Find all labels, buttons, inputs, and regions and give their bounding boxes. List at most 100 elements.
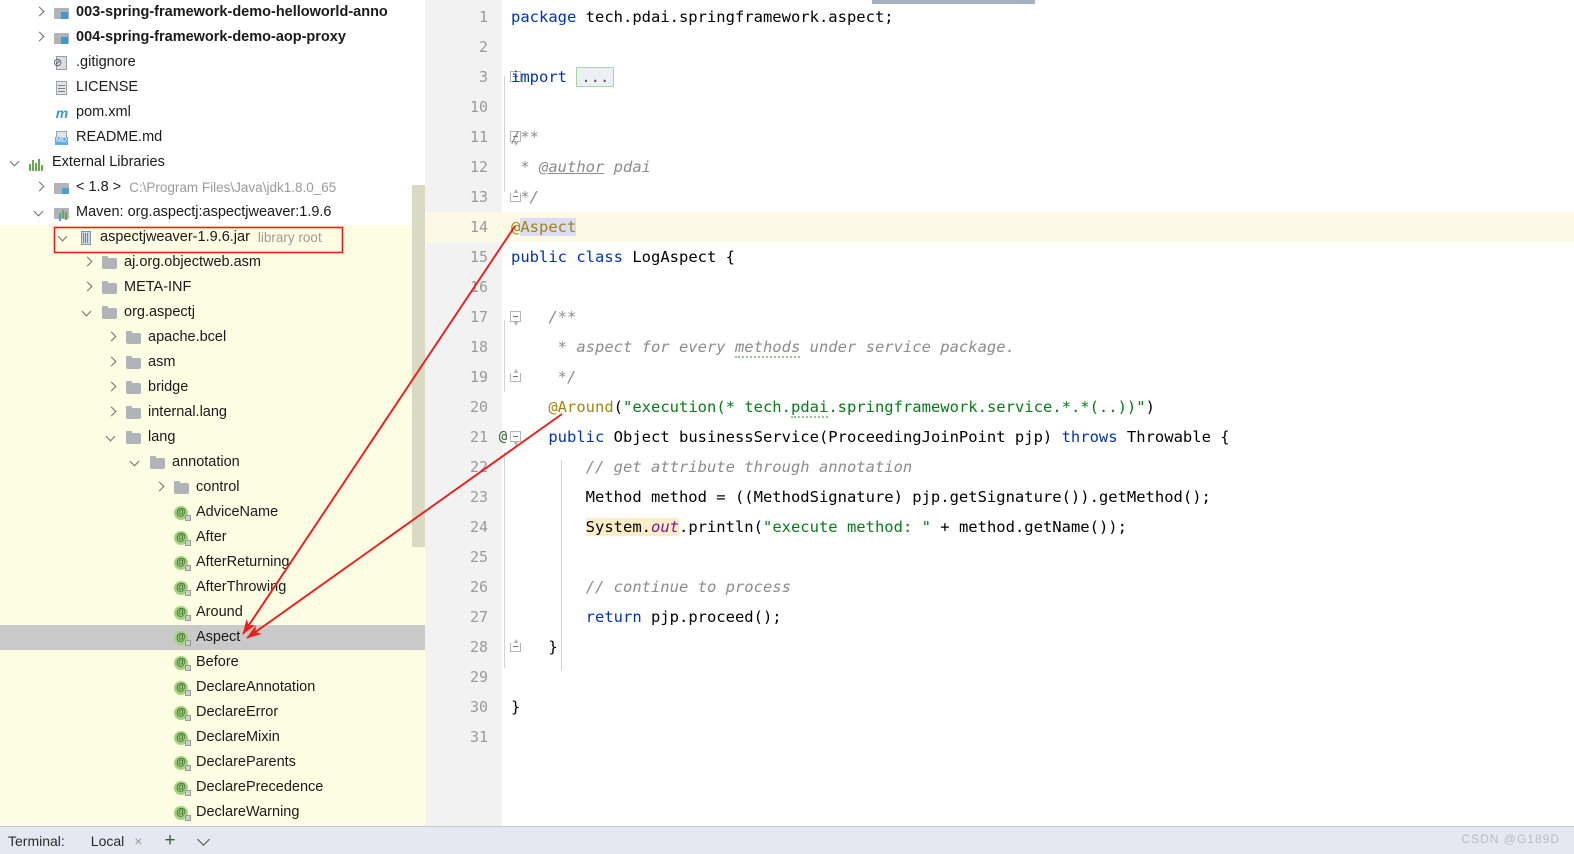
chevron-down-icon[interactable] xyxy=(106,432,117,443)
tree-spacer xyxy=(34,132,45,143)
tree-item-asm[interactable]: asm xyxy=(0,350,425,375)
chevron-right-icon[interactable] xyxy=(106,382,117,393)
tree-item-around[interactable]: Around xyxy=(0,600,425,625)
tree-item-label: DeclareAnnotation xyxy=(196,675,315,700)
chevron-right-icon[interactable] xyxy=(106,332,117,343)
tree-item-label: META-INF xyxy=(124,275,191,300)
code-line-14[interactable]: 14@Aspect xyxy=(425,212,1574,242)
terminal-tab-local[interactable]: Local xyxy=(91,833,124,849)
tree-item-meta-inf[interactable]: META-INF xyxy=(0,275,425,300)
code-line-text: * @author pdai xyxy=(511,152,651,182)
tree-item-before[interactable]: Before xyxy=(0,650,425,675)
chevron-right-icon[interactable] xyxy=(34,7,45,18)
tree-item-afterreturning[interactable]: AfterReturning xyxy=(0,550,425,575)
tree-item-control[interactable]: control xyxy=(0,475,425,500)
code-line-1[interactable]: 1package tech.pdai.springframework.aspec… xyxy=(425,2,1574,32)
code-line-27[interactable]: 27 return pjp.proceed(); xyxy=(425,602,1574,632)
code-line-text: package tech.pdai.springframework.aspect… xyxy=(511,2,894,32)
line-number: 18 xyxy=(425,332,488,362)
tree-item-declaremixin[interactable]: DeclareMixin xyxy=(0,725,425,750)
tree-item-declarewarning[interactable]: DeclareWarning xyxy=(0,800,425,825)
code-line-28[interactable]: 28 } xyxy=(425,632,1574,662)
project-tree[interactable]: 003-spring-framework-demo-helloworld-ann… xyxy=(0,0,425,826)
tree-item-org-aspectj[interactable]: org.aspectj xyxy=(0,300,425,325)
tree-item-004-spring-framework-demo-aop-proxy[interactable]: 004-spring-framework-demo-aop-proxy xyxy=(0,25,425,50)
editor-horizontal-scrollbar-thumb[interactable] xyxy=(872,0,1035,4)
code-line-21[interactable]: 21@ public Object businessService(Procee… xyxy=(425,422,1574,452)
project-tree-scrollbar[interactable] xyxy=(412,0,425,826)
tree-spacer xyxy=(154,657,165,668)
chevron-down-icon[interactable] xyxy=(82,307,93,318)
chevron-down-icon[interactable] xyxy=(10,157,21,168)
idea-window: 003-spring-framework-demo-helloworld-ann… xyxy=(0,0,1574,854)
code-line-text: System.out.println("execute method: " + … xyxy=(511,512,1127,542)
tree-item-maven-org-aspectj-aspectjweaver-1-9-6[interactable]: Maven: org.aspectj:aspectjweaver:1.9.6 xyxy=(0,200,425,225)
chevron-right-icon[interactable] xyxy=(154,482,165,493)
code-line-24[interactable]: 24 System.out.println("execute method: "… xyxy=(425,512,1574,542)
add-terminal-icon[interactable]: + xyxy=(164,831,175,850)
code-line-13[interactable]: 13 */ xyxy=(425,182,1574,212)
code-line-11[interactable]: 11/** xyxy=(425,122,1574,152)
tree-item-aspectjweaver-1-9-6-jar[interactable]: aspectjweaver-1.9.6.jarlibrary root xyxy=(0,225,425,250)
code-line-18[interactable]: 18 * aspect for every methods under serv… xyxy=(425,332,1574,362)
code-line-31[interactable]: 31 xyxy=(425,722,1574,752)
tree-item-1-8[interactable]: < 1.8 >C:\Program Files\Java\jdk1.8.0_65 xyxy=(0,175,425,200)
code-line-15[interactable]: 15public class LogAspect { xyxy=(425,242,1574,272)
chevron-right-icon[interactable] xyxy=(82,257,93,268)
folder-icon xyxy=(125,405,143,421)
tree-item-aj-org-objectweb-asm[interactable]: aj.org.objectweb.asm xyxy=(0,250,425,275)
chevron-right-icon[interactable] xyxy=(106,407,117,418)
tree-item-annotation[interactable]: annotation xyxy=(0,450,425,475)
code-line-10[interactable]: 10 xyxy=(425,92,1574,122)
code-line-16[interactable]: 16 xyxy=(425,272,1574,302)
project-tree-scrollbar-thumb[interactable] xyxy=(412,185,425,547)
code-line-20[interactable]: 20 @Around("execution(* tech.pdai.spring… xyxy=(425,392,1574,422)
tree-item-internal-lang[interactable]: internal.lang xyxy=(0,400,425,425)
tree-item-readme-md[interactable]: README.md xyxy=(0,125,425,150)
tree-item-gitignore[interactable]: .gitignore xyxy=(0,50,425,75)
chevron-down-icon[interactable] xyxy=(34,207,45,218)
tree-item-aspect[interactable]: Aspect xyxy=(0,625,425,650)
tree-item-external-libraries[interactable]: External Libraries xyxy=(0,150,425,175)
tree-spacer xyxy=(154,582,165,593)
tree-item-label: External Libraries xyxy=(52,150,165,175)
tree-item-bridge[interactable]: bridge xyxy=(0,375,425,400)
annotation-class-icon xyxy=(173,805,191,821)
code-line-26[interactable]: 26 // continue to process xyxy=(425,572,1574,602)
tree-item-003-spring-framework-demo-helloworld-anno[interactable]: 003-spring-framework-demo-helloworld-ann… xyxy=(0,0,425,25)
tree-item-lang[interactable]: lang xyxy=(0,425,425,450)
code-line-2[interactable]: 2 xyxy=(425,32,1574,62)
tree-item-pom-xml[interactable]: mpom.xml xyxy=(0,100,425,125)
code-line-text: * aspect for every methods under service… xyxy=(511,332,1015,362)
tree-item-license[interactable]: LICENSE xyxy=(0,75,425,100)
chevron-right-icon[interactable] xyxy=(34,182,45,193)
project-tool-window[interactable]: 003-spring-framework-demo-helloworld-ann… xyxy=(0,0,425,826)
chevron-right-icon[interactable] xyxy=(82,282,93,293)
tree-item-label: aj.org.objectweb.asm xyxy=(124,250,261,275)
chevron-down-icon[interactable] xyxy=(58,232,69,243)
code-line-3[interactable]: 3import ... xyxy=(425,62,1574,92)
line-number: 19 xyxy=(425,362,488,392)
chevron-right-icon[interactable] xyxy=(34,32,45,43)
code-line-25[interactable]: 25 xyxy=(425,542,1574,572)
tree-item-declareprecedence[interactable]: DeclarePrecedence xyxy=(0,775,425,800)
chevron-down-icon[interactable] xyxy=(198,835,210,847)
tree-item-after[interactable]: After xyxy=(0,525,425,550)
tree-item-afterthrowing[interactable]: AfterThrowing xyxy=(0,575,425,600)
code-line-23[interactable]: 23 Method method = ((MethodSignature) pj… xyxy=(425,482,1574,512)
code-line-19[interactable]: 19 */ xyxy=(425,362,1574,392)
code-line-22[interactable]: 22 // get attribute through annotation xyxy=(425,452,1574,482)
code-line-12[interactable]: 12 * @author pdai xyxy=(425,152,1574,182)
tree-item-declareannotation[interactable]: DeclareAnnotation xyxy=(0,675,425,700)
code-editor[interactable]: 1package tech.pdai.springframework.aspec… xyxy=(425,0,1574,826)
tree-item-apache-bcel[interactable]: apache.bcel xyxy=(0,325,425,350)
chevron-right-icon[interactable] xyxy=(106,357,117,368)
tree-item-declareparents[interactable]: DeclareParents xyxy=(0,750,425,775)
tree-item-declareerror[interactable]: DeclareError xyxy=(0,700,425,725)
code-line-30[interactable]: 30} xyxy=(425,692,1574,722)
code-line-29[interactable]: 29 xyxy=(425,662,1574,692)
chevron-down-icon[interactable] xyxy=(130,457,141,468)
close-icon[interactable]: × xyxy=(134,833,142,849)
code-line-17[interactable]: 17 /** xyxy=(425,302,1574,332)
tree-item-advicename[interactable]: AdviceName xyxy=(0,500,425,525)
